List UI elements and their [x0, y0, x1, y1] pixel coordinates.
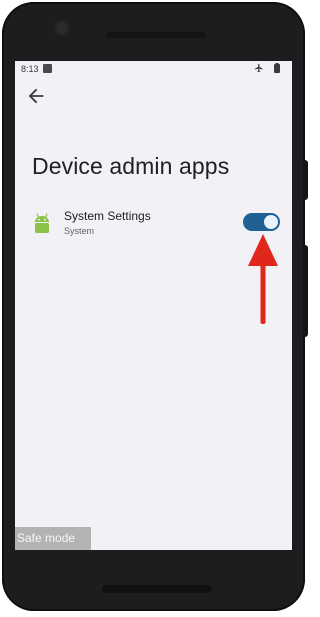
- app-name: System Settings: [64, 209, 151, 223]
- status-time: 8:13: [21, 64, 39, 74]
- red-arrow-annotation: [248, 234, 278, 324]
- bottom-speaker: [102, 585, 212, 593]
- admin-toggle-switch[interactable]: [243, 213, 280, 231]
- page-title: Device admin apps: [32, 153, 230, 179]
- battery-icon: [274, 63, 280, 73]
- toggle-knob: [264, 215, 278, 229]
- earpiece-speaker: [106, 32, 206, 38]
- front-camera: [54, 20, 70, 36]
- back-button[interactable]: [25, 85, 47, 107]
- android-icon: [35, 213, 49, 233]
- n-icon: [43, 64, 52, 73]
- airplane-icon: [254, 63, 263, 73]
- safe-mode-label: Safe mode: [15, 527, 91, 550]
- power-button[interactable]: [303, 160, 308, 200]
- volume-rocker[interactable]: [303, 245, 308, 337]
- arrow-back-icon: [28, 88, 44, 104]
- app-subtitle: System: [64, 226, 95, 236]
- status-bar: 8:13: [15, 61, 292, 77]
